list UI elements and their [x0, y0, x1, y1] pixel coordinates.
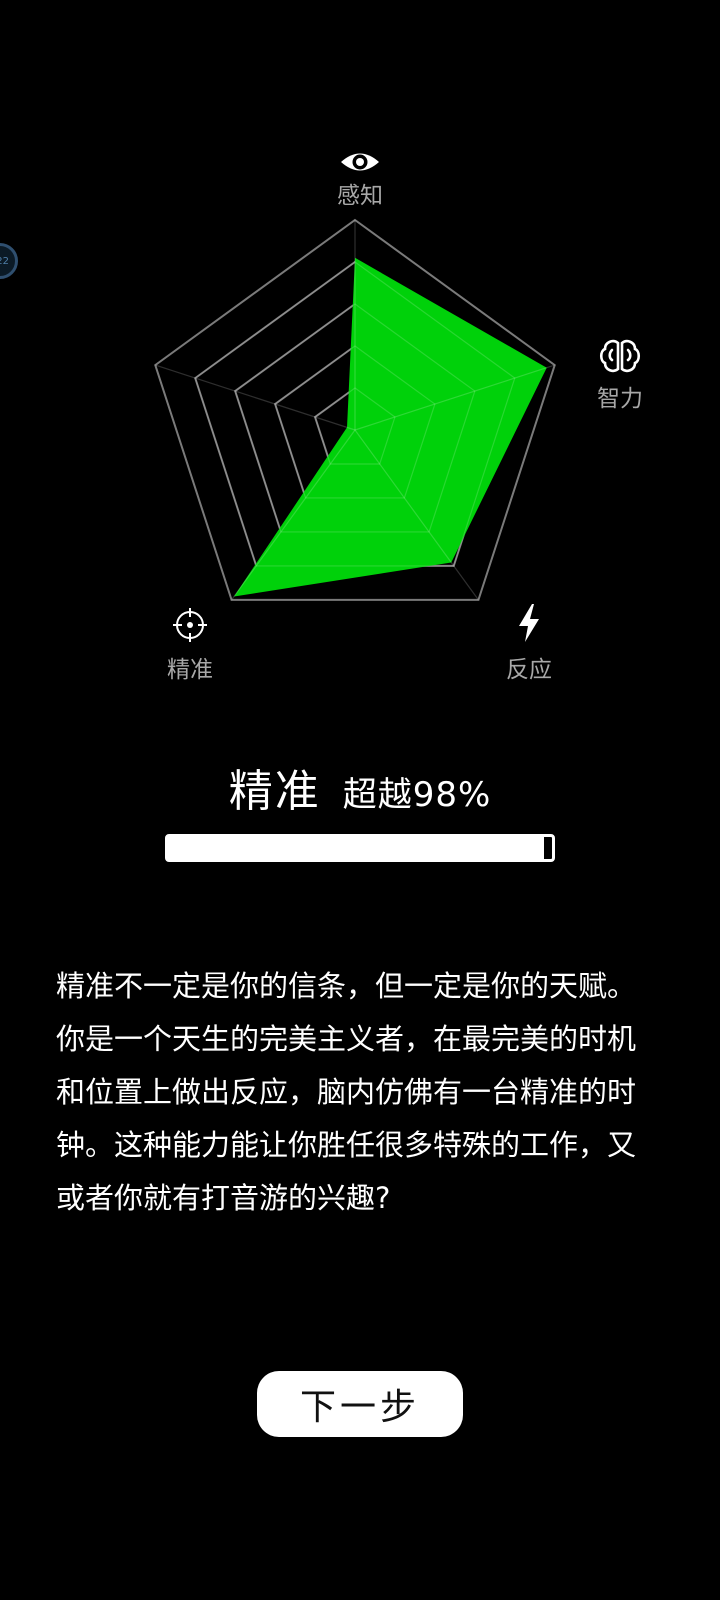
axis-label-perception: 感知: [337, 183, 383, 209]
floating-badge-text: 22: [0, 255, 9, 267]
radar-spoke-4: [155, 364, 356, 431]
result-heading: 精准 超越98%: [0, 755, 720, 819]
axis-label-reaction: 反应: [506, 657, 552, 683]
progress-bar-fill: [168, 837, 545, 859]
result-description: 精准不一定是你的信条，但一定是你的天赋。你是一个天生的完美主义者，在最完美的时机…: [56, 969, 637, 1215]
lightning-icon: [519, 604, 539, 642]
progress-bar: [165, 834, 555, 862]
crosshair-icon: [173, 608, 207, 642]
result-percent: 超越98%: [342, 775, 492, 815]
radar-data-area: [234, 257, 547, 597]
radar-chart: 感知 智力 反应 精准: [154, 153, 643, 683]
axis-label-intelligence: 智力: [597, 386, 643, 412]
result-trait: 精准: [228, 766, 321, 817]
next-step-button[interactable]: 下一步: [257, 1371, 463, 1437]
brain-icon: [599, 339, 641, 373]
eye-icon: [341, 153, 379, 171]
axis-label-precision: 精准: [167, 657, 213, 683]
